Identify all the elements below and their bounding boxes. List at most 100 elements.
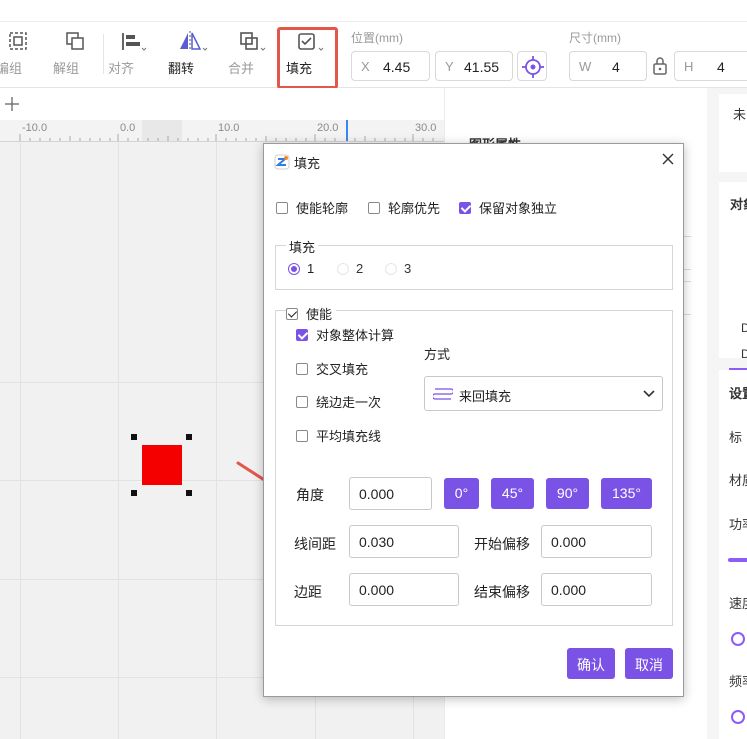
fill-highlight-box: [277, 27, 338, 89]
fill-group-label: 填充: [286, 237, 319, 256]
toolbar: 编组 解组 对齐 翻转 合并 填充 位置(mm) X 4.45 Y 41.55 …: [0, 0, 747, 89]
ruler-cursor-marker: [346, 120, 348, 141]
angle-0-button[interactable]: 0°: [444, 478, 479, 509]
grid-line: [20, 142, 21, 739]
right-side-panel: 未 对象 D D D D D 设置 标 材质 功率 速度 频率: [707, 88, 747, 739]
canvas-tabbar: [0, 88, 444, 120]
line-spacing-input[interactable]: 0.030: [349, 525, 459, 558]
align-left-icon: [122, 33, 147, 51]
average-fill-label: 平均填充线: [316, 429, 382, 444]
edge-once-checkbox[interactable]: 绕边走一次: [296, 392, 381, 411]
flip-button[interactable]: 翻转: [168, 30, 212, 78]
crosshair-icon: [522, 56, 544, 78]
keep-independent-label: 保留对象独立: [479, 201, 558, 216]
edge-once-label: 绕边走一次: [316, 395, 382, 410]
w-field[interactable]: W 4: [569, 51, 647, 81]
resize-handle[interactable]: [186, 434, 192, 440]
h-value: 4: [717, 59, 725, 75]
outline-first-checkbox[interactable]: 轮廓优先: [368, 198, 440, 217]
chevron-down-icon: [643, 390, 655, 398]
fill-option-1-radio[interactable]: 1: [288, 261, 314, 276]
line-spacing-label: 线间距: [294, 536, 336, 552]
w-key: W: [579, 59, 592, 74]
selected-shape[interactable]: [142, 445, 182, 485]
x-field[interactable]: X 4.45: [351, 51, 430, 81]
object-list-item[interactable]: D: [729, 316, 747, 342]
confirm-button[interactable]: 确认: [567, 648, 615, 679]
object-item-label: D: [741, 347, 747, 361]
end-offset-input[interactable]: 0.000: [541, 573, 652, 606]
checkbox-checked: [296, 328, 308, 341]
merge-label: 合并: [228, 61, 255, 76]
h-field[interactable]: H 4: [674, 51, 747, 81]
freq-label: 频率: [729, 674, 747, 689]
angle-135-button[interactable]: 135°: [601, 478, 652, 509]
group-icon: [9, 32, 27, 50]
objects-title: 对象: [730, 197, 747, 212]
speed-label: 速度: [729, 596, 747, 611]
group-label: 编组: [0, 61, 23, 76]
mode-label: 方式: [424, 347, 451, 362]
angle-label: 角度: [296, 487, 324, 503]
flip-label: 翻转: [168, 61, 195, 76]
resize-handle[interactable]: [131, 434, 137, 440]
margin-input[interactable]: 0.000: [349, 573, 459, 606]
ungroup-button[interactable]: 解组: [53, 30, 97, 78]
fill-mode-select[interactable]: 来回填充: [424, 376, 663, 411]
material-label: 材质: [729, 473, 747, 488]
fill-dialog: 填充 使能轮廓 轮廓优先 保留对象独立 填充 1 2 3 使能 对象整体计算 交…: [263, 143, 684, 697]
enable-checkbox[interactable]: 使能: [286, 304, 337, 323]
group-button[interactable]: 编组: [0, 30, 40, 78]
y-field[interactable]: Y 41.55: [435, 51, 513, 81]
enable-outline-label: 使能轮廓: [296, 201, 349, 216]
close-icon[interactable]: [659, 150, 677, 168]
position-title: 位置(mm): [351, 31, 403, 45]
size-title: 尺寸(mm): [569, 31, 621, 45]
angle-input[interactable]: 0.000: [349, 477, 432, 510]
fill-option-2-radio[interactable]: 2: [337, 261, 363, 276]
align-label: 对齐: [108, 61, 135, 76]
cross-fill-label: 交叉填充: [316, 362, 369, 377]
cancel-button[interactable]: 取消: [625, 648, 673, 679]
power-label: 功率: [729, 517, 747, 532]
x-key: X: [361, 59, 370, 74]
object-list-item[interactable]: D: [729, 342, 747, 368]
radio-unselected: [385, 262, 397, 275]
app-logo-icon: [274, 154, 290, 170]
checkbox-unchecked: [368, 201, 380, 214]
cross-fill-checkbox[interactable]: 交叉填充: [296, 359, 368, 378]
enable-label: 使能: [306, 307, 333, 322]
checkbox-unchecked: [296, 429, 308, 442]
resize-handle[interactable]: [186, 490, 192, 496]
average-fill-checkbox[interactable]: 平均填充线: [296, 426, 381, 445]
y-value: 41.55: [464, 59, 500, 75]
flip-icon: [180, 31, 208, 51]
locate-button[interactable]: [517, 51, 547, 81]
angle-90-button[interactable]: 90°: [546, 478, 589, 509]
enable-outline-checkbox[interactable]: 使能轮廓: [276, 198, 348, 217]
start-offset-input[interactable]: 0.000: [541, 525, 652, 558]
keep-independent-checkbox[interactable]: 保留对象独立: [459, 198, 557, 217]
mark-label: 标: [729, 430, 743, 445]
merge-icon: [240, 32, 266, 51]
fill-option-3-radio[interactable]: 3: [385, 261, 411, 276]
back-and-forth-icon: [433, 388, 453, 400]
toolbar-divider: [103, 34, 104, 74]
ungroup-icon: [66, 32, 84, 50]
frequency-slider-knob[interactable]: [731, 710, 745, 724]
speed-slider-knob[interactable]: [731, 632, 745, 646]
whole-object-label: 对象整体计算: [316, 328, 395, 343]
layer-card-label: 未: [733, 107, 747, 122]
power-slider[interactable]: [728, 558, 747, 562]
checkbox-checked: [286, 307, 298, 320]
lock-icon[interactable]: [652, 56, 668, 76]
merge-button[interactable]: 合并: [228, 30, 272, 78]
fill-option-label: 3: [404, 261, 412, 276]
object-item-label: D: [741, 321, 747, 335]
whole-object-checkbox[interactable]: 对象整体计算: [296, 325, 394, 344]
y-key: Y: [445, 59, 454, 74]
align-button[interactable]: 对齐: [108, 30, 152, 78]
resize-handle[interactable]: [131, 490, 137, 496]
angle-45-button[interactable]: 45°: [491, 478, 534, 509]
add-tab-icon[interactable]: [4, 96, 20, 112]
